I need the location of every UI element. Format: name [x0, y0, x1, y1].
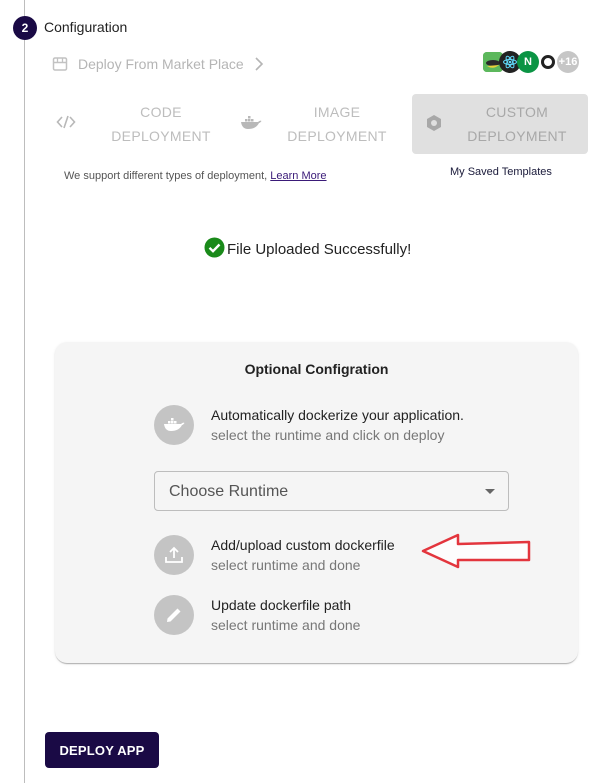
tab-code-deployment[interactable]: CODE DEPLOYMENT: [46, 94, 221, 154]
runtime-select-value: Choose Runtime: [169, 483, 289, 500]
check-circle-icon: [204, 237, 225, 262]
option-subtitle: select runtime and done: [211, 557, 361, 573]
option-auto-dockerize[interactable]: Automatically dockerize your application…: [154, 405, 464, 445]
learn-more-link[interactable]: Learn More: [270, 170, 326, 182]
tab-custom-deployment[interactable]: CUSTOM DEPLOYMENT: [412, 94, 588, 154]
tab-label: CODE DEPLOYMENT: [111, 104, 211, 144]
chevron-right-icon: [254, 57, 264, 71]
option-subtitle: select the runtime and click on deploy: [211, 427, 445, 443]
nginx-icon: N: [517, 51, 539, 73]
my-saved-templates-link[interactable]: My Saved Templates: [450, 166, 552, 178]
upload-success-message: File Uploaded Successfully!: [204, 237, 411, 262]
option-title: Add/upload custom dockerfile: [211, 537, 395, 553]
tab-label: IMAGE DEPLOYMENT: [287, 104, 387, 144]
option-upload-dockerfile[interactable]: Add/upload custom dockerfile select runt…: [154, 535, 395, 575]
more-tech-count[interactable]: +16: [557, 51, 579, 73]
support-text: We support different types of deployment…: [64, 170, 271, 182]
runtime-select[interactable]: Choose Runtime: [154, 471, 509, 511]
option-title: Automatically dockerize your application…: [211, 407, 464, 423]
docker-icon: [154, 405, 194, 445]
deploy-app-button[interactable]: DEPLOY APP: [45, 732, 159, 768]
red-arrow-annotation: [420, 532, 535, 575]
hexagon-icon: [425, 114, 443, 137]
upload-success-text: File Uploaded Successfully!: [227, 241, 412, 258]
caret-down-icon: [485, 489, 495, 494]
step-title: Configuration: [44, 19, 128, 35]
tab-image-deployment[interactable]: IMAGE DEPLOYMENT: [232, 94, 392, 154]
tech-stack-icons: N +16: [483, 51, 579, 73]
option-title: Update dockerfile path: [211, 597, 352, 613]
option-subtitle: select runtime and done: [211, 617, 361, 633]
pencil-icon: [154, 595, 194, 635]
circle-o-icon: [541, 55, 555, 69]
marketplace-label: Deploy From Market Place: [78, 56, 244, 72]
step-number-badge: 2: [13, 16, 37, 40]
optional-configuration-card: Optional Configration Automatically dock…: [55, 342, 578, 663]
stepper-connector-line: [24, 0, 25, 783]
code-icon: [56, 114, 76, 135]
upload-icon: [154, 535, 194, 575]
deployment-type-tabs: CODE DEPLOYMENT IMAGE DEPLOYMENT CUSTOM …: [46, 94, 588, 154]
deploy-from-marketplace-link[interactable]: Deploy From Market Place: [52, 56, 264, 72]
card-title: Optional Configration: [244, 361, 389, 377]
tab-label: CUSTOM DEPLOYMENT: [467, 104, 567, 144]
docker-icon: [240, 116, 262, 135]
option-update-dockerfile-path[interactable]: Update dockerfile path select runtime an…: [154, 595, 360, 635]
storefront-icon: [52, 56, 68, 72]
deployment-support-text: We support different types of deployment…: [64, 170, 327, 182]
